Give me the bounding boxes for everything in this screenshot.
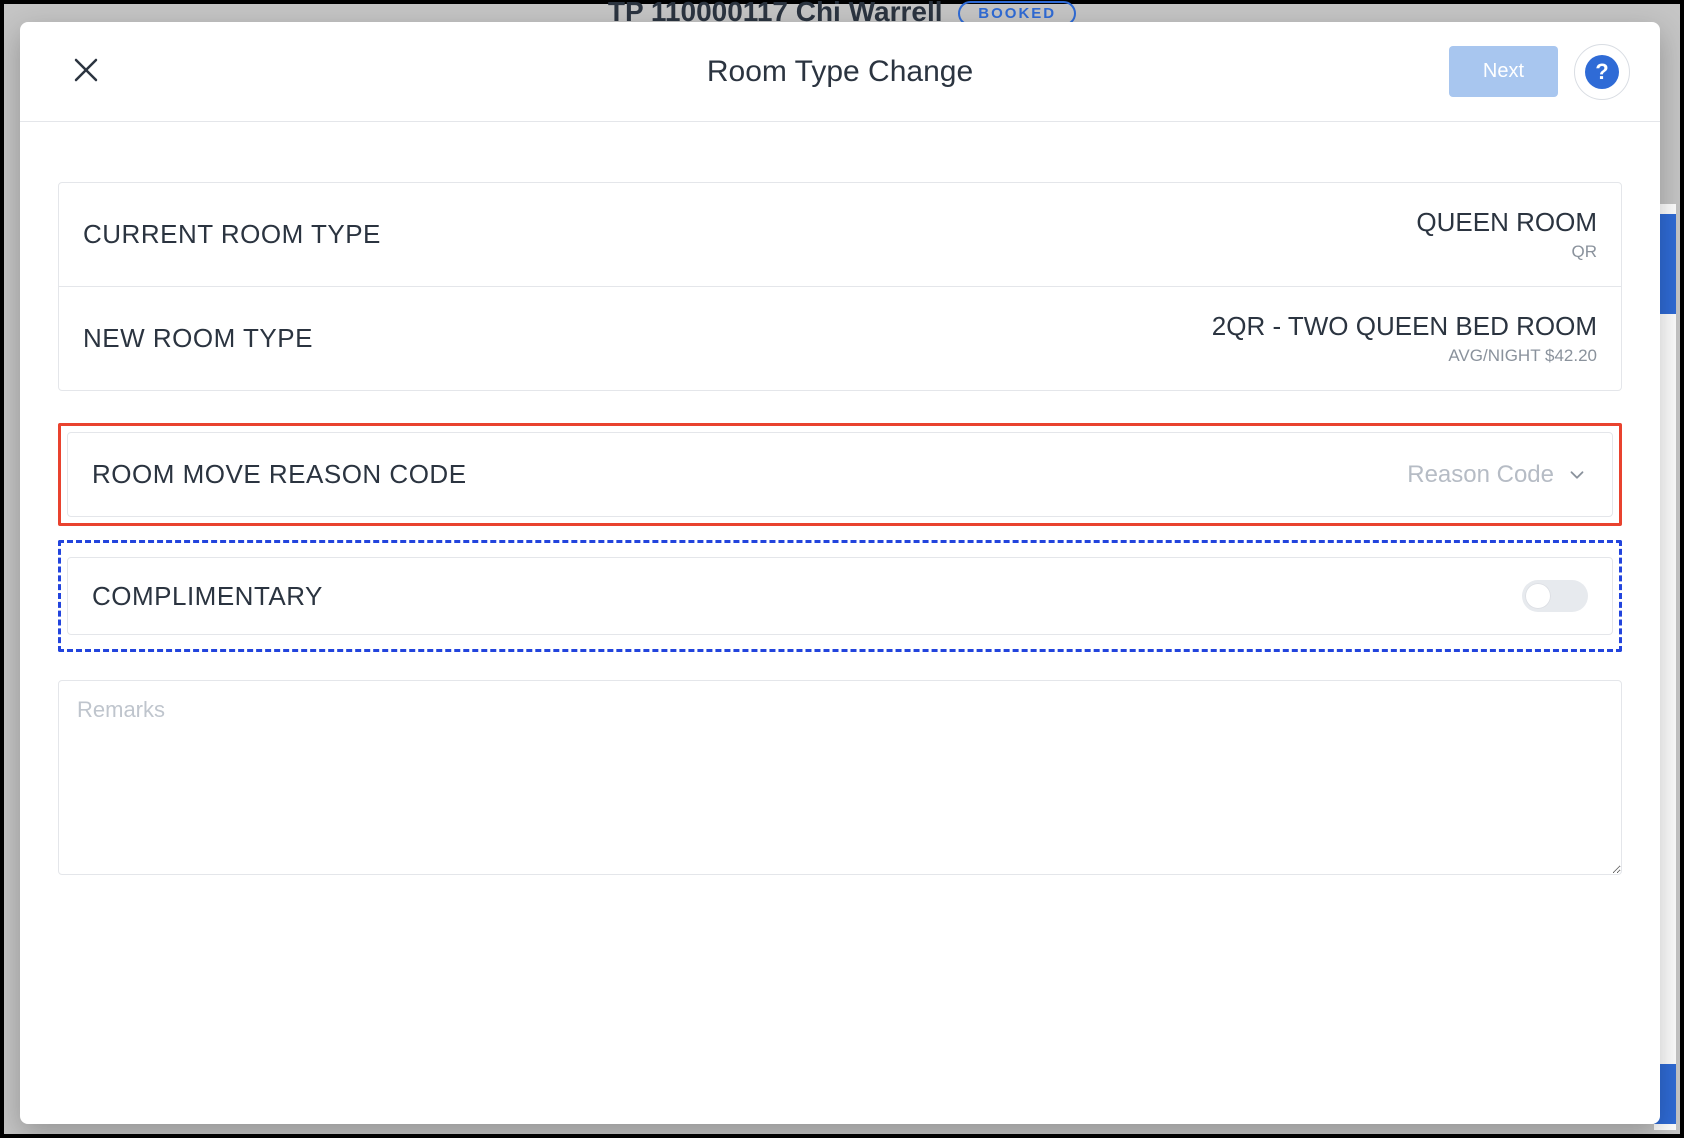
new-room-type-rate: AVG/NIGHT $42.20 xyxy=(1212,346,1597,366)
dialog-header: Room Type Change Next ? xyxy=(20,22,1660,122)
new-room-type-row: NEW ROOM TYPE 2QR - TWO QUEEN BED ROOM A… xyxy=(59,286,1621,390)
current-room-type-value: QUEEN ROOM QR xyxy=(1416,207,1597,262)
close-icon xyxy=(71,55,101,88)
reason-code-label: ROOM MOVE REASON CODE xyxy=(92,459,467,490)
reason-code-placeholder-group: Reason Code xyxy=(1407,461,1588,489)
room-type-card: CURRENT ROOM TYPE QUEEN ROOM QR NEW ROOM… xyxy=(58,182,1622,391)
help-button[interactable]: ? xyxy=(1574,44,1630,100)
help-icon: ? xyxy=(1585,55,1619,89)
new-room-type-label: NEW ROOM TYPE xyxy=(83,323,313,354)
complimentary-row: COMPLIMENTARY xyxy=(67,557,1613,635)
current-room-type-label: CURRENT ROOM TYPE xyxy=(83,219,381,250)
dialog-body: CURRENT ROOM TYPE QUEEN ROOM QR NEW ROOM… xyxy=(20,122,1660,1124)
current-room-type-row: CURRENT ROOM TYPE QUEEN ROOM QR xyxy=(59,183,1621,286)
reason-code-select[interactable]: ROOM MOVE REASON CODE Reason Code xyxy=(67,432,1613,517)
remarks-textarea[interactable] xyxy=(58,680,1622,875)
reason-code-placeholder: Reason Code xyxy=(1407,461,1554,489)
new-room-type-name: 2QR - TWO QUEEN BED ROOM xyxy=(1212,311,1597,342)
complimentary-toggle[interactable] xyxy=(1522,580,1588,612)
dialog-header-actions: Next ? xyxy=(1449,44,1630,100)
next-button[interactable]: Next xyxy=(1449,46,1558,97)
new-room-type-value: 2QR - TWO QUEEN BED ROOM AVG/NIGHT $42.2… xyxy=(1212,311,1597,366)
remarks-section xyxy=(58,680,1622,880)
complimentary-highlight: COMPLIMENTARY xyxy=(58,540,1622,652)
current-room-type-code: QR xyxy=(1416,242,1597,262)
reason-code-highlight: ROOM MOVE REASON CODE Reason Code xyxy=(58,423,1622,526)
current-room-type-name: QUEEN ROOM xyxy=(1416,207,1597,238)
close-button[interactable] xyxy=(66,52,106,92)
window-frame: TP 110000117 Chi Warrell BOOKED Room Typ… xyxy=(0,0,1684,1138)
dialog-title: Room Type Change xyxy=(707,55,973,89)
chevron-down-icon xyxy=(1566,464,1588,486)
complimentary-label: COMPLIMENTARY xyxy=(92,581,323,612)
toggle-knob xyxy=(1525,583,1551,609)
room-type-change-dialog: Room Type Change Next ? CURRENT ROOM TYP… xyxy=(20,22,1660,1124)
